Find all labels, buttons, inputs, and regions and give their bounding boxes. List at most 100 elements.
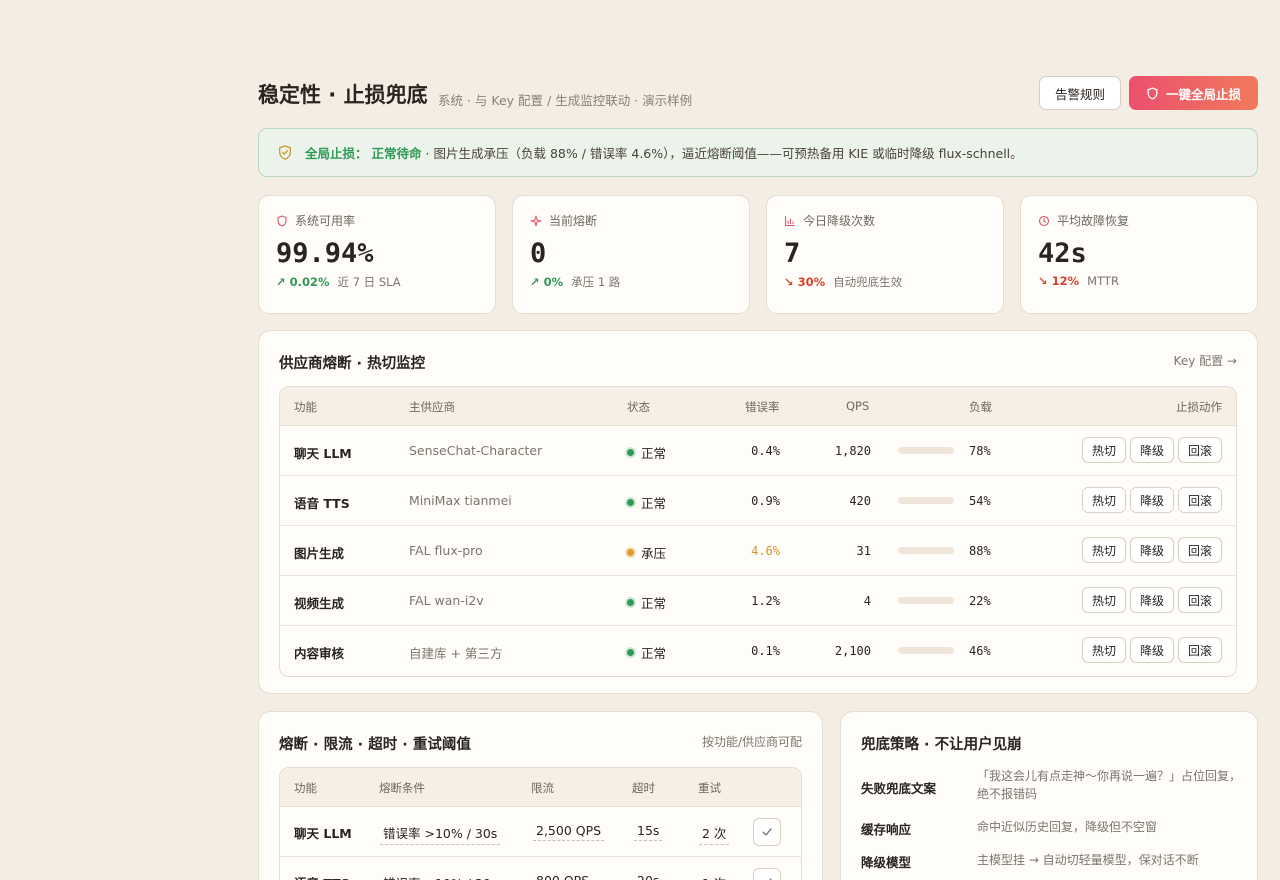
qps-value: 31 <box>856 544 871 558</box>
feature-name: 语音 TTS <box>294 496 350 511</box>
timeout-field[interactable]: 20s <box>634 873 662 880</box>
sparkle-icon <box>530 214 542 227</box>
kpi-note: 自动兜底生效 <box>833 275 903 289</box>
row-actions: 热切 降级 回滚 <box>1081 587 1222 613</box>
breaker-condition-field[interactable]: 错误率 >10% / 30s <box>380 823 501 845</box>
column-header: 功能 <box>294 400 317 414</box>
global-status-banner: 全局止损： 正常待命 · 图片生成承压（负载 88% / 错误率 4.6%），逼… <box>258 128 1258 177</box>
fallback-desc: 命中近似历史回复，降级但不空窗 <box>977 820 1158 834</box>
fallback-label: 降级模型 <box>861 855 912 870</box>
hot-switch-button[interactable]: 热切 <box>1081 637 1126 663</box>
timeout-field[interactable]: 15s <box>634 823 663 841</box>
breaker-monitor-panel: 供应商熔断 · 热切监控 Key 配置 → 功能 主供应商 状态 错误率 QPS… <box>258 330 1258 694</box>
degrade-button[interactable]: 降级 <box>1129 437 1174 463</box>
load-value: 88% <box>969 544 991 558</box>
kpi-label: 平均故障恢复 <box>1057 214 1130 228</box>
feature-name: 图片生成 <box>294 546 345 561</box>
column-header: 熔断条件 <box>379 781 425 795</box>
kpi-card-availability: 系统可用率 99.94% ↗ 0.02% 近 7 日 SLA <box>258 195 496 314</box>
status-label: 承压 <box>641 546 667 561</box>
table-row: 聊天 LLM SenseChat-Character 正常 0.4% 1,820… <box>280 426 1236 476</box>
threshold-panel: 熔断 · 限流 · 超时 · 重试阈值 按功能/供应商可配 功能 熔断条件 限流… <box>258 711 823 880</box>
trend-down-icon: ↘ <box>1038 274 1052 288</box>
trend-down-icon: ↘ <box>784 275 798 289</box>
trend-up-icon: ↗ <box>530 275 544 289</box>
retry-field[interactable]: 1 次 <box>699 873 729 880</box>
rate-limit-field[interactable]: 800 QPS <box>533 873 592 880</box>
degrade-button[interactable]: 降级 <box>1129 587 1174 613</box>
degrade-button[interactable]: 降级 <box>1129 637 1174 663</box>
kpi-trend: 0% <box>543 275 564 289</box>
error-rate: 0.1% <box>751 644 780 658</box>
table-row: 语音 TTS 错误率 >10% / 30s 800 QPS 20s 1 次 <box>280 857 801 880</box>
kpi-label: 系统可用率 <box>295 214 356 228</box>
load-bar <box>898 497 954 504</box>
kpi-note: 承压 1 路 <box>571 275 621 289</box>
banner-status: 正常待命 <box>371 146 422 161</box>
rollback-button[interactable]: 回滚 <box>1177 437 1222 463</box>
table-header: 功能 熔断条件 限流 超时 重试 <box>280 768 801 807</box>
global-stop-button[interactable]: 一键全局止损 <box>1129 76 1258 110</box>
load-value: 54% <box>969 494 991 508</box>
row-actions: 热切 降级 回滚 <box>1081 437 1222 463</box>
shield-icon <box>1147 86 1158 100</box>
status-dot-icon <box>625 597 636 608</box>
panel-title: 供应商熔断 · 热切监控 <box>279 356 426 372</box>
fallback-label: 失败兜底文案 <box>861 781 937 796</box>
table-row: 内容审核 自建库 + 第三方 正常 0.1% 2,100 46% 热切 降级 回… <box>280 626 1236 676</box>
degrade-button[interactable]: 降级 <box>1129 487 1174 513</box>
kpi-value: 0 <box>530 238 547 269</box>
kpi-card-breakers: 当前熔断 0 ↗ 0% 承压 1 路 <box>512 195 750 314</box>
hot-switch-button[interactable]: 热切 <box>1081 487 1126 513</box>
column-header: 状态 <box>627 400 650 414</box>
table-row: 图片生成 FAL flux-pro 承压 4.6% 31 88% 热切 降级 回… <box>280 526 1236 576</box>
rollback-button[interactable]: 回滚 <box>1177 637 1222 663</box>
column-header: 超时 <box>632 781 655 795</box>
rate-limit-field[interactable]: 2,500 QPS <box>533 823 605 841</box>
rollback-button[interactable]: 回滚 <box>1177 587 1222 613</box>
qps-value: 2,100 <box>834 644 871 658</box>
rollback-button[interactable]: 回滚 <box>1177 487 1222 513</box>
breaker-table: 功能 主供应商 状态 错误率 QPS 负载 止损动作 聊天 LLM SenseC… <box>279 386 1237 677</box>
column-header: QPS <box>846 399 870 413</box>
feature-name: 聊天 LLM <box>294 446 352 461</box>
primary-provider: FAL wan-i2v <box>409 593 484 608</box>
breaker-condition-field[interactable]: 错误率 >10% / 30s <box>380 873 500 880</box>
alert-rules-button[interactable]: 告警规则 <box>1039 76 1121 110</box>
table-row: 聊天 LLM 错误率 >10% / 30s 2,500 QPS 15s 2 次 <box>280 807 801 857</box>
retry-field[interactable]: 2 次 <box>699 823 730 845</box>
hot-switch-button[interactable]: 热切 <box>1081 437 1126 463</box>
key-config-link[interactable]: Key 配置 → <box>1174 352 1237 369</box>
degrade-button[interactable]: 降级 <box>1129 537 1174 563</box>
error-rate: 0.9% <box>751 494 780 508</box>
qps-value: 4 <box>863 594 871 608</box>
kpi-card-degrades: 今日降级次数 7 ↘ 30% 自动兜底生效 <box>766 195 1004 314</box>
primary-provider: FAL flux-pro <box>409 543 483 558</box>
kpi-value: 99.94% <box>276 238 374 269</box>
status-dot-icon <box>625 447 636 458</box>
rollback-button[interactable]: 回滚 <box>1177 537 1222 563</box>
load-bar <box>898 547 954 554</box>
hot-switch-button[interactable]: 热切 <box>1081 537 1126 563</box>
qps-value: 1,820 <box>834 444 871 458</box>
load-value: 78% <box>969 444 991 458</box>
kpi-note: MTTR <box>1087 274 1119 288</box>
threshold-config-link[interactable]: 按功能/供应商可配 <box>702 733 802 750</box>
status-badge: 正常 <box>625 443 666 462</box>
confirm-button[interactable] <box>753 818 781 846</box>
hot-switch-button[interactable]: 热切 <box>1081 587 1126 613</box>
page-header: 稳定性 · 止损兜底 系统 · 与 Key 配置 / 生成监控联动 · 演示样例… <box>258 76 1258 110</box>
feature-name: 内容审核 <box>294 646 345 661</box>
column-header: 负载 <box>969 400 992 414</box>
confirm-button[interactable] <box>753 868 781 880</box>
load-bar <box>898 447 954 454</box>
error-rate: 1.2% <box>751 594 780 608</box>
fallback-strategy-panel: 兜底策略 · 不让用户见崩 失败兜底文案 「我这会儿有点走神～你再说一遍？」占位… <box>840 711 1258 880</box>
primary-provider: MiniMax tianmei <box>409 493 512 508</box>
error-rate: 0.4% <box>751 444 780 458</box>
status-badge: 正常 <box>625 493 666 512</box>
status-badge: 正常 <box>625 643 666 662</box>
global-stop-label: 一键全局止损 <box>1165 86 1241 102</box>
column-header: 止损动作 <box>1176 400 1222 414</box>
error-rate: 4.6% <box>751 544 780 558</box>
